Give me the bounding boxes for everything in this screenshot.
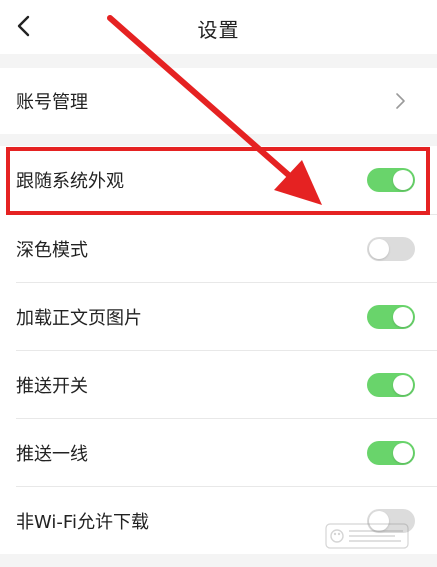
toggle-knob [369, 238, 389, 259]
chevron-right-icon [396, 93, 405, 109]
follow-system-appearance-row: 跟随系统外观 [0, 146, 437, 214]
push-switch-toggle[interactable] [367, 372, 415, 397]
push-frontline-toggle[interactable] [367, 440, 415, 465]
load-article-images-label: 加载正文页图片 [16, 307, 142, 329]
dark-mode-toggle[interactable] [367, 236, 415, 261]
settings-card: 跟随系统外观 深色模式 加载正文页图片 推送开关 推送一线 非Wi-Fi允许下载 [0, 146, 437, 554]
account-management-label: 账号管理 [16, 92, 88, 113]
load-article-images-toggle[interactable] [367, 304, 415, 329]
account-card: 账号管理 [0, 68, 437, 134]
baidu-jingyan-watermark [325, 523, 409, 549]
push-frontline-row: 推送一线 [0, 419, 437, 486]
toggle-knob [393, 306, 413, 327]
push-switch-row: 推送开关 [0, 351, 437, 418]
dark-mode-label: 深色模式 [16, 239, 88, 261]
page-title: 设置 [197, 18, 240, 42]
non-wifi-download-label: 非Wi-Fi允许下载 [16, 511, 149, 533]
follow-system-appearance-toggle[interactable] [367, 168, 415, 192]
load-article-images-row: 加载正文页图片 [0, 283, 437, 350]
push-switch-label: 推送开关 [16, 375, 88, 397]
follow-system-appearance-label: 跟随系统外观 [16, 171, 124, 192]
toggle-knob [393, 374, 413, 395]
toggle-knob [393, 170, 413, 190]
push-frontline-label: 推送一线 [16, 443, 88, 465]
account-management-row[interactable]: 账号管理 [0, 68, 437, 134]
settings-screen: 设置 账号管理 跟随系统外观 深色模式 加载正文页图片 推送开关 推送一线 非W… [0, 0, 437, 567]
toggle-knob [393, 442, 413, 463]
dark-mode-row: 深色模式 [0, 215, 437, 282]
nav-header: 设置 [0, 0, 437, 54]
